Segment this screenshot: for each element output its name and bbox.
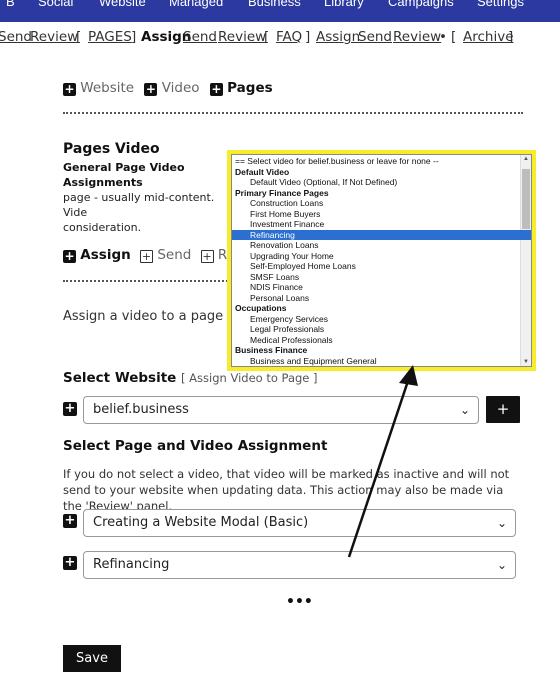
- annotation-arrow: [347, 365, 418, 558]
